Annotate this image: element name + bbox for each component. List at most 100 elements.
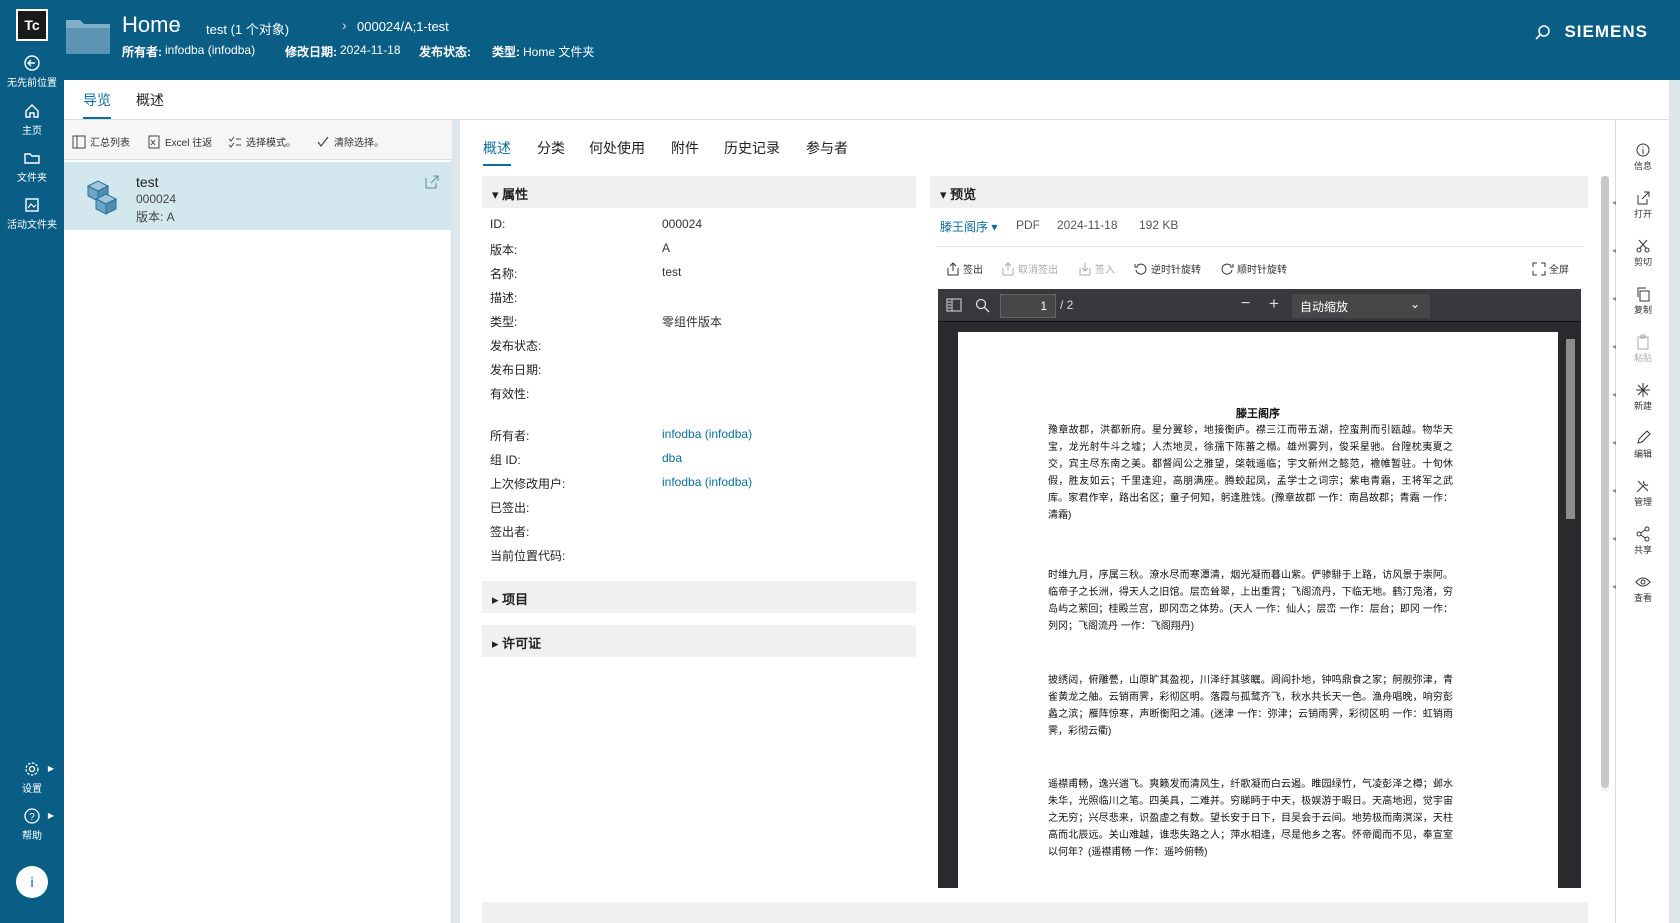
search-icon[interactable] xyxy=(975,298,990,313)
scrollbar-thumb[interactable] xyxy=(1601,176,1609,788)
tab-where-used[interactable]: 何处使用 xyxy=(589,138,645,158)
item-revision-icon xyxy=(86,180,118,215)
nav-home[interactable]: 主页 xyxy=(0,102,64,137)
property-label: 已签出: xyxy=(490,501,530,515)
property-value[interactable]: dba xyxy=(662,451,682,465)
nav-help[interactable]: ? 帮助 ▶ xyxy=(0,807,64,842)
checkin-button[interactable]: 签入 xyxy=(1078,261,1115,276)
nav-previous-location[interactable]: 无先前位置 xyxy=(0,54,64,89)
search-icon[interactable] xyxy=(1534,24,1552,42)
next-section-header[interactable] xyxy=(482,902,1588,923)
pdf-scrollbar[interactable] xyxy=(1564,325,1576,885)
document-paragraph: 遥襟甫畅，逸兴遄飞。爽籁发而清风生，纤歌凝而白云遏。睢园绿竹，气凌彭泽之樽；邺水… xyxy=(1048,779,1453,858)
excel-icon xyxy=(148,135,160,148)
tool-label: 签入 xyxy=(1095,265,1115,276)
rail-share-button[interactable]: ◂ 共享 xyxy=(1612,526,1670,556)
rail-tools-button[interactable]: ◂ 管理 xyxy=(1612,478,1670,508)
nav-settings[interactable]: 设置 ▶ xyxy=(0,760,64,795)
zoom-select[interactable]: 自动缩放 ⌄ xyxy=(1292,294,1430,318)
cancel-checkout-button[interactable]: 取消签出 xyxy=(1001,261,1058,276)
toolbar-label: Excel 往返 xyxy=(165,138,213,149)
breadcrumb-item[interactable]: 000024/A;1-test xyxy=(357,19,449,34)
file-selector[interactable]: 滕王阁序 ▾ xyxy=(940,218,997,235)
type-value: Home 文件夹 xyxy=(523,45,595,59)
app-logo[interactable]: Tc xyxy=(16,9,48,41)
checkout-button[interactable]: 签出 xyxy=(946,261,983,276)
tab-attachments[interactable]: 附件 xyxy=(671,138,699,158)
rail-pencil-button[interactable]: ◂ 编辑 xyxy=(1612,430,1670,460)
sidebar-toggle-icon[interactable] xyxy=(946,298,962,312)
rail-label: 查看 xyxy=(1633,593,1652,603)
selection-mode-button[interactable]: 选择模式。 xyxy=(228,134,296,149)
property-label: 组 ID: xyxy=(490,453,521,467)
eye-icon xyxy=(1635,577,1651,587)
chevron-right-icon: › xyxy=(176,17,181,33)
main-scrollbar[interactable] xyxy=(1601,176,1609,791)
paste-icon xyxy=(1637,334,1649,350)
section-title: 项目 xyxy=(502,592,529,607)
tab-overview[interactable]: 概述 xyxy=(483,138,511,166)
cancel-checkout-icon xyxy=(1002,261,1014,275)
rail-scissors-button[interactable]: ◂ 剪切 xyxy=(1612,238,1670,268)
type-label: 类型: xyxy=(492,45,520,59)
command-rail: 信息 ◂ 打开 ◂ 剪切 ◂ 复制 ◂ 粘贴 ◂ 新建 ◂ 编辑 ◂ 管理 ◂ 共享 ◂ 查看 xyxy=(1612,120,1670,923)
chevron-down-icon: ⌄ xyxy=(1409,297,1420,311)
excel-roundtrip-button[interactable]: Excel 往返 xyxy=(147,134,212,149)
info-button[interactable]: i xyxy=(16,866,48,898)
tab-overview[interactable]: 概述 xyxy=(136,90,164,110)
scrollbar-thumb[interactable] xyxy=(1566,339,1575,519)
list-item[interactable]: test 000024 版本: A xyxy=(64,162,452,230)
fullscreen-icon xyxy=(1532,262,1546,275)
property-label: 版本: xyxy=(490,243,518,257)
page-number-input[interactable] xyxy=(1000,294,1056,318)
copy-icon xyxy=(1637,287,1650,302)
toolbar-label: 汇总列表 xyxy=(90,138,130,149)
header: Home › test (1 个对象) › 000024/A;1-test 所有… xyxy=(64,0,1680,80)
zoom-in-button[interactable]: + xyxy=(1269,294,1279,314)
rail-label: 粘贴 xyxy=(1633,353,1652,363)
nav-active-folder[interactable]: 活动文件夹 xyxy=(0,196,64,231)
help-icon: ? xyxy=(24,808,40,824)
rail-new-button[interactable]: ◂ 新建 xyxy=(1612,382,1670,412)
tab-classification[interactable]: 分类 xyxy=(537,138,565,158)
clear-selection-button[interactable]: 清除选择。 xyxy=(316,134,384,149)
rotate-cw-button[interactable]: 顺时针旋转 xyxy=(1220,261,1287,276)
license-section-header[interactable]: ▸ 许可证 xyxy=(482,625,916,657)
document-paragraph: 披绣闼，俯雕甍，山原旷其盈视，川泽纡其骇瞩。闾阎扑地，钟鸣鼎食之家；舸舰弥津，青… xyxy=(1048,675,1453,737)
gear-icon xyxy=(25,762,39,776)
rail-paste-button[interactable]: ◂ 粘贴 xyxy=(1612,334,1670,364)
breadcrumb-item[interactable]: test (1 个对象) xyxy=(206,19,289,38)
summary-list-button[interactable]: 汇总列表 xyxy=(72,134,130,149)
property-value[interactable]: infodba (infodba) xyxy=(662,475,752,489)
projects-section-header[interactable]: ▸ 项目 xyxy=(482,581,916,613)
nav-folders[interactable]: 文件夹 xyxy=(0,149,64,184)
rail-label: 信息 xyxy=(1633,161,1652,171)
chevron-left-icon: ◂ xyxy=(1612,246,1617,255)
modified-value: 2024-11-18 xyxy=(340,43,401,57)
chevron-left-icon: ◂ xyxy=(1612,390,1617,399)
chevron-left-icon: ◂ xyxy=(1612,342,1617,351)
rotate-ccw-button[interactable]: 逆时针旋转 xyxy=(1134,261,1201,276)
fullscreen-button[interactable]: 全屏 xyxy=(1532,261,1569,276)
rail-label: 打开 xyxy=(1633,209,1652,219)
properties-section-header[interactable]: ▾ 属性 xyxy=(482,176,916,208)
open-in-new-icon[interactable] xyxy=(424,174,440,190)
file-size: 192 KB xyxy=(1139,218,1179,232)
rail-copy-button[interactable]: ◂ 复制 xyxy=(1612,286,1670,316)
rail-info-button[interactable]: 信息 xyxy=(1616,142,1670,172)
tab-navigate[interactable]: 导览 xyxy=(83,90,111,119)
left-navigation: Tc 无先前位置 主页 文件夹 活动文件夹 设置 ▶ ? 帮助 ▶ i xyxy=(0,0,64,923)
section-title: 许可证 xyxy=(502,636,542,651)
check-icon xyxy=(317,136,329,147)
rail-open-button[interactable]: ◂ 打开 xyxy=(1612,190,1670,220)
property-value: 零组件版本 xyxy=(662,315,723,329)
property-value[interactable]: infodba (infodba) xyxy=(662,427,752,441)
tab-participants[interactable]: 参与者 xyxy=(806,138,848,158)
zoom-out-button[interactable]: − xyxy=(1241,295,1250,313)
preview-section-header[interactable]: ▾ 预览 xyxy=(930,176,1588,208)
page-total: / 2 xyxy=(1060,298,1074,312)
tab-history[interactable]: 历史记录 xyxy=(724,138,780,158)
rail-eye-button[interactable]: ◂ 查看 xyxy=(1612,574,1670,604)
divider xyxy=(938,246,1584,247)
list-view-icon xyxy=(72,135,86,148)
